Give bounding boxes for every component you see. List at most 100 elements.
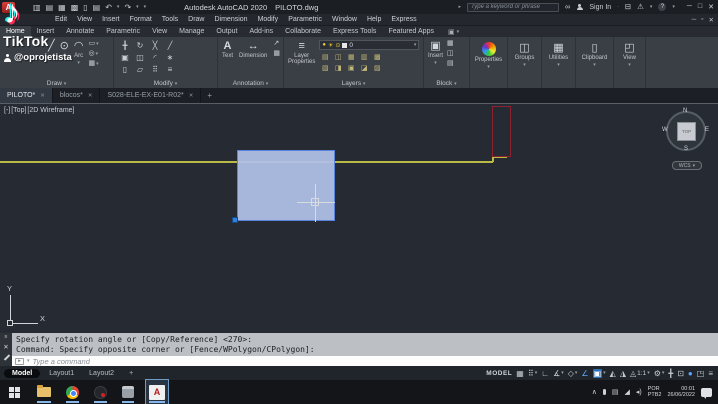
clock[interactable]: 00:01 26/06/2022 <box>667 386 695 398</box>
offset-tool-button[interactable]: ≡ <box>163 64 177 75</box>
customization-menu-icon[interactable]: ≡ <box>708 369 713 378</box>
array-tool-button[interactable]: ⠿ <box>148 64 162 75</box>
help-icon[interactable]: ? <box>658 3 666 11</box>
record-icon[interactable]: ▣▾ <box>448 26 459 37</box>
viewcube-north[interactable]: N <box>683 108 687 114</box>
arc-tool-button[interactable]: ◠Arc▾ <box>74 40 84 68</box>
autocad-app-icon[interactable]: A <box>2 2 15 13</box>
start-button[interactable] <box>9 387 20 398</box>
file-tab-piloto[interactable]: PILOTO* ✕ <box>0 88 53 103</box>
help-dropdown-icon[interactable]: ▾ <box>672 4 675 10</box>
layer-tool-button[interactable]: ▤ <box>319 52 331 62</box>
layout-tab-layout2[interactable]: Layout2 <box>83 369 120 378</box>
recorder-taskbar-icon[interactable] <box>91 380 110 404</box>
panel-groups[interactable]: ◫ Groups ▾ <box>508 37 542 88</box>
minimize-button[interactable]: ─ <box>687 3 692 11</box>
red-rectangle-entity[interactable] <box>492 106 511 157</box>
panel-clipboard[interactable]: ▯ Clipboard ▾ <box>576 37 614 88</box>
ribbon-tab-addins[interactable]: Add-ins <box>243 26 279 37</box>
text-tool-button[interactable]: AText <box>222 40 233 59</box>
viewport-view-control[interactable]: [Top] <box>11 107 26 114</box>
ribbon-tab-express-tools[interactable]: Express Tools <box>327 26 382 37</box>
search-binoculars-icon[interactable]: ∞ <box>565 3 570 11</box>
batch-plot-icon[interactable]: ▤ <box>93 3 101 12</box>
workspace-switching[interactable]: ⚙▾ <box>654 369 665 378</box>
create-block-button[interactable]: ▦ <box>447 40 454 48</box>
ribbon-tab-annotate[interactable]: Annotate <box>60 26 100 37</box>
annotation-monitor-icon[interactable]: ╋ <box>668 369 673 378</box>
panel-label-layers[interactable]: Layers ▾ <box>284 80 423 87</box>
tab-close-icon[interactable]: ✕ <box>88 93 93 99</box>
tab-close-icon[interactable]: ✕ <box>40 93 45 99</box>
search-caret-icon[interactable]: ▸ <box>459 4 462 10</box>
ribbon-tab-manage[interactable]: Manage <box>173 26 210 37</box>
file-explorer-taskbar-icon[interactable] <box>34 380 54 404</box>
menu-parametric[interactable]: Parametric <box>283 16 327 23</box>
viewcube-west[interactable]: W <box>662 127 668 133</box>
ribbon-tab-featured-apps[interactable]: Featured Apps <box>382 26 440 37</box>
layer-dropdown[interactable]: ● ☀ ⊙ 0 ▾ <box>319 40 419 50</box>
file-tab-s028[interactable]: S028-ELE-EX-E01-R02* ✕ <box>100 88 201 103</box>
isodraft-toggle[interactable]: ◇▾ <box>568 369 578 378</box>
move-tool-button[interactable]: ╋ <box>118 40 132 51</box>
panel-properties[interactable]: Properties ▾ <box>470 37 508 88</box>
tab-close-icon[interactable]: ✕ <box>189 93 194 99</box>
speaker-icon[interactable]: ◂) <box>636 388 642 396</box>
table-tool-button[interactable]: ▦ <box>273 50 280 58</box>
sheet-set-icon[interactable]: ▯ <box>83 3 87 12</box>
alert-icon[interactable]: ⚠ <box>637 3 644 11</box>
annotation-visibility-icon[interactable]: ◭ <box>610 369 616 378</box>
panel-label-draw[interactable]: Draw ▾ <box>0 80 113 87</box>
save-as-icon[interactable]: ▦ <box>58 3 66 12</box>
explode-tool-button[interactable]: ∗ <box>163 52 177 63</box>
menu-view[interactable]: View <box>72 16 97 23</box>
ribbon-tab-view[interactable]: View <box>146 26 173 37</box>
line-tool-button[interactable]: ╱ <box>48 40 55 68</box>
graphics-performance-icon[interactable]: ● <box>688 369 693 378</box>
tray-folder-icon[interactable]: ▤ <box>612 388 619 396</box>
undo-icon[interactable]: ↶ <box>105 3 112 12</box>
qat-customize-icon[interactable]: ▾ <box>144 4 147 10</box>
file-tab-blocos[interactable]: blocos* ✕ <box>53 88 101 103</box>
sign-in-button[interactable]: Sign In <box>589 4 611 11</box>
panel-label-modify[interactable]: Modify ▾ <box>114 80 217 87</box>
layer-tool-button[interactable]: ◪ <box>358 63 370 73</box>
selection-grip[interactable] <box>232 217 238 223</box>
viewport-visual-style-control[interactable]: [2D Wireframe] <box>27 107 74 114</box>
edit-attributes-button[interactable]: ◫ <box>447 50 454 58</box>
menu-help[interactable]: Help <box>362 16 386 23</box>
command-close-icon[interactable]: ✕ <box>3 343 8 351</box>
hatch-tool-button[interactable]: ▦▾ <box>88 60 98 68</box>
polar-tracking-toggle[interactable]: ∡▾ <box>553 369 564 378</box>
command-drag-handle[interactable]: ≡ <box>5 334 8 340</box>
trim-tool-button[interactable]: ╳ <box>148 40 162 51</box>
wrench-icon[interactable] <box>3 354 10 361</box>
maximize-button[interactable]: □ <box>698 3 702 11</box>
panel-view[interactable]: ◰ View ▾ <box>614 37 646 88</box>
tray-chevron-icon[interactable]: ∧ <box>592 388 597 396</box>
rectangle-tool-button[interactable]: ▭▾ <box>88 40 98 48</box>
layer-properties-button[interactable]: ≡ Layer Properties <box>288 40 315 73</box>
alert-dropdown-icon[interactable]: ▾ <box>650 4 653 10</box>
layer-tool-button[interactable]: ◨ <box>332 63 344 73</box>
ribbon-tab-parametric[interactable]: Parametric <box>100 26 146 37</box>
layer-tool-button[interactable]: ▧ <box>319 63 331 73</box>
menu-edit[interactable]: Edit <box>50 16 72 23</box>
add-layout-button[interactable]: + <box>123 369 139 378</box>
viewcube[interactable]: N W E S TOP WCS ▾ <box>664 109 710 171</box>
menu-modify[interactable]: Modify <box>253 16 284 23</box>
chrome-taskbar-icon[interactable] <box>63 380 82 404</box>
rotate-tool-button[interactable]: ↻ <box>133 40 147 51</box>
leader-tool-button[interactable]: ↗ <box>273 40 280 48</box>
redo-icon[interactable]: ↷ <box>124 3 131 12</box>
layer-tool-button[interactable]: ◫ <box>332 52 344 62</box>
menu-insert[interactable]: Insert <box>97 16 125 23</box>
wcs-dropdown[interactable]: WCS ▾ <box>672 161 702 170</box>
selection-cycling-toggle[interactable]: ▣▾ <box>593 369 606 378</box>
plot-icon[interactable]: ▩ <box>71 3 79 12</box>
annotation-autoscale-icon[interactable]: ◮ <box>620 369 626 378</box>
osnap-toggle-icon[interactable]: ∠ <box>581 369 588 378</box>
panel-label-annotation[interactable]: Annotation ▾ <box>218 80 283 87</box>
panel-label-block[interactable]: Block ▾ <box>424 80 469 87</box>
app-store-cart-icon[interactable]: ⊟ <box>625 3 631 11</box>
